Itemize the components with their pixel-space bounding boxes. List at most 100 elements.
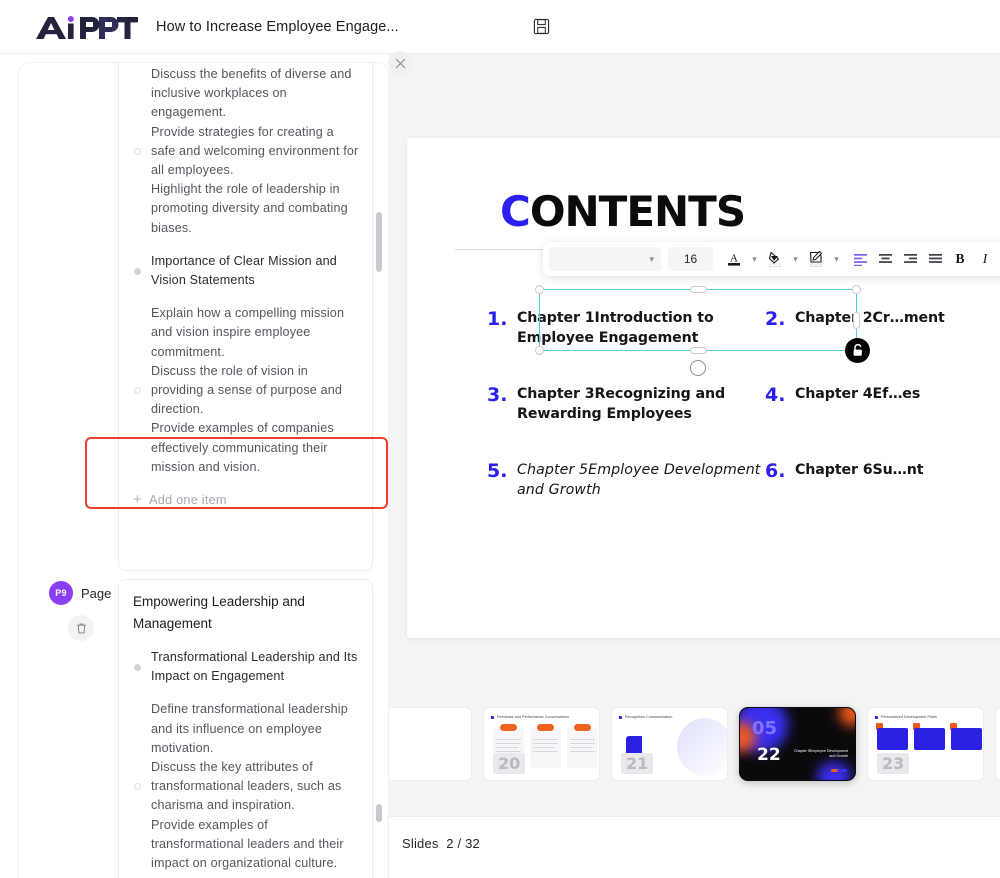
fill-color-icon[interactable]	[764, 246, 786, 272]
slides-separator: /	[457, 836, 462, 851]
chapter-item-4[interactable]: 4. Chapter 4Ef…es	[765, 384, 1000, 424]
editor-workspace: CONTENTS 1. Chapter 1Introduction to Emp…	[389, 54, 1000, 878]
resize-handle-top-left[interactable]	[535, 285, 544, 294]
outline-row-text: Explain how a compelling mission and vis…	[151, 306, 345, 474]
slide-canvas[interactable]: CONTENTS 1. Chapter 1Introduction to Emp…	[407, 138, 1000, 638]
add-one-item-label: Add one item	[148, 492, 227, 508]
thumbnail-item-active[interactable]: 05 Chapter 5Employee Development and Gro…	[739, 707, 856, 781]
floppy-save-icon[interactable]	[529, 14, 555, 40]
slide-heading-first-letter: C	[500, 187, 531, 236]
chapter-text: Chapter 1Introduction to Employee Engage…	[517, 310, 714, 346]
status-bar: Slides 2 / 32	[389, 816, 1000, 878]
slides-total: 32	[465, 836, 480, 851]
slides-counter: Slides 2 / 32	[402, 836, 480, 851]
outline-row[interactable]: Define transformational leadership and i…	[119, 689, 372, 876]
chapter-item-3[interactable]: 3. Chapter 3Recognizing and Rewarding Em…	[487, 384, 765, 424]
chapter-list: 1. Chapter 1Introduction to Employee Eng…	[487, 308, 1000, 536]
outline-scrollbar-thumb[interactable]	[376, 212, 382, 272]
chevron-down-icon: ▾	[649, 253, 654, 264]
add-one-item-button[interactable]: + Add one item	[119, 480, 372, 520]
chapter-number: 3.	[487, 384, 508, 406]
text-format-toolbar[interactable]: ▾ 16 A ▾ ▾ ▾ B I	[543, 242, 1000, 276]
chapter-number: 5.	[487, 460, 508, 482]
bullet-hollow-icon	[129, 700, 145, 873]
thumbnail-chapter-number: 05	[752, 718, 778, 739]
outline-row-text: Importance of Clear Mission and Vision S…	[151, 253, 337, 288]
fill-color-caret[interactable]: ▾	[789, 246, 802, 272]
outline-row-text: Define transformational leadership and i…	[151, 702, 348, 871]
chapter-item-5[interactable]: 5. Chapter 5Employee Development and Gro…	[487, 460, 765, 500]
thumbnail-title: Feedback and Performance Conversations	[491, 715, 569, 719]
chapter-number: 1.	[487, 308, 508, 330]
chapter-number: 4.	[765, 384, 786, 406]
outline-row[interactable]: Transformational Leadership and Its Impa…	[119, 639, 372, 689]
text-color-caret[interactable]: ▾	[748, 246, 761, 272]
thumbnail-title: Personalized Development Plans	[875, 715, 937, 719]
bullet-hollow-icon	[129, 65, 145, 238]
align-right-icon[interactable]	[899, 246, 921, 272]
thumbnail-title: Chapter 5Employee Development and Growth	[794, 749, 848, 758]
chapter-text: Chapter 3Recognizing and Rewarding Emplo…	[517, 386, 726, 422]
thumbnail-number: 21	[621, 753, 654, 774]
page-label: Page	[81, 585, 112, 601]
close-icon[interactable]	[388, 51, 412, 75]
slide-heading: CONTENTS	[500, 191, 746, 233]
document-title: How to Increase Employee Engage...	[156, 18, 399, 35]
slides-label: Slides	[402, 836, 439, 851]
chapter-item-6[interactable]: 6. Chapter 6Su…nt	[765, 460, 1000, 500]
aippt-logo[interactable]	[34, 13, 138, 41]
outline-panel[interactable]: Discuss the benefits of diverse and incl…	[18, 62, 389, 878]
chapter-row: 5. Chapter 5Employee Development and Gro…	[487, 460, 1000, 500]
thumbnail-item[interactable]: Lea… 24	[995, 707, 1000, 781]
bold-button[interactable]: B	[949, 246, 971, 272]
font-family-select[interactable]: ▾	[549, 247, 661, 271]
chapter-text: Chapter 5Employee Development and Growth	[517, 462, 761, 498]
highlight-pen-icon[interactable]	[805, 246, 827, 272]
align-left-icon[interactable]	[849, 246, 871, 272]
page-number-badge: P9	[49, 581, 73, 605]
bullet-square-icon	[619, 715, 622, 719]
outline-row[interactable]: Discuss the benefits of diverse and incl…	[119, 63, 372, 241]
slides-current: 2	[446, 836, 454, 851]
outline-card-bottom[interactable]: Empowering Leadership and Management Tra…	[118, 579, 373, 878]
top-bar: How to Increase Employee Engage...	[0, 0, 1000, 54]
thumbnail-strip[interactable]: Feedback and Performance Conversations 2…	[389, 698, 1000, 814]
outline-scrollbar-track[interactable]	[376, 62, 382, 878]
outline-card-title: Empowering Leadership and Management	[133, 594, 305, 631]
outline-scrollbar-thumb-secondary[interactable]	[376, 804, 382, 822]
thumbnail-item[interactable]	[389, 707, 472, 781]
bullet-filled-icon	[129, 252, 145, 290]
svg-text:A: A	[730, 253, 738, 265]
thumbnail-item[interactable]: Personalized Development Plans 23	[867, 707, 984, 781]
trash-icon[interactable]	[68, 615, 94, 641]
thumbnail-row: Feedback and Performance Conversations 2…	[389, 707, 1000, 781]
outline-row-text: Discuss the benefits of diverse and incl…	[151, 67, 359, 235]
chapter-item-2[interactable]: 2. Chapter 2Cr…ment	[765, 308, 1000, 348]
align-justify-icon[interactable]	[924, 246, 946, 272]
chapter-text: Chapter 6Su…nt	[795, 462, 924, 478]
outline-scroll-content: Discuss the benefits of diverse and incl…	[19, 63, 388, 878]
resize-handle-top-middle[interactable]	[690, 286, 707, 293]
align-center-icon[interactable]	[874, 246, 896, 272]
outline-row[interactable]: Importance of Clear Mission and Vision S…	[119, 241, 372, 293]
outline-row-text: Transformational Leadership and Its Impa…	[151, 650, 358, 684]
page-badge-group: P9 Page	[49, 581, 115, 641]
outline-card-top[interactable]: Discuss the benefits of diverse and incl…	[118, 63, 373, 571]
thumbnail-number: 22	[757, 745, 781, 765]
resize-handle-top-right[interactable]	[852, 285, 861, 294]
chapter-number: 2.	[765, 308, 786, 330]
font-size-input[interactable]: 16	[668, 247, 713, 271]
chapter-text: Chapter 2Cr…ment	[795, 310, 945, 326]
plus-icon: +	[133, 491, 142, 509]
highlight-caret[interactable]: ▾	[830, 246, 843, 272]
italic-button[interactable]: I	[974, 246, 996, 272]
thumbnail-number: 23	[877, 753, 910, 774]
outline-row[interactable]: Explain how a compelling mission and vis…	[119, 293, 372, 480]
chapter-item-1[interactable]: 1. Chapter 1Introduction to Employee Eng…	[487, 308, 765, 348]
text-color-icon[interactable]: A	[723, 246, 745, 272]
chapter-row: 1. Chapter 1Introduction to Employee Eng…	[487, 308, 1000, 348]
thumbnail-item[interactable]: Feedback and Performance Conversations 2…	[483, 707, 600, 781]
bullet-hollow-icon	[129, 304, 145, 477]
bullet-square-icon	[491, 715, 494, 719]
thumbnail-item[interactable]: Recognition Communication 21	[611, 707, 728, 781]
